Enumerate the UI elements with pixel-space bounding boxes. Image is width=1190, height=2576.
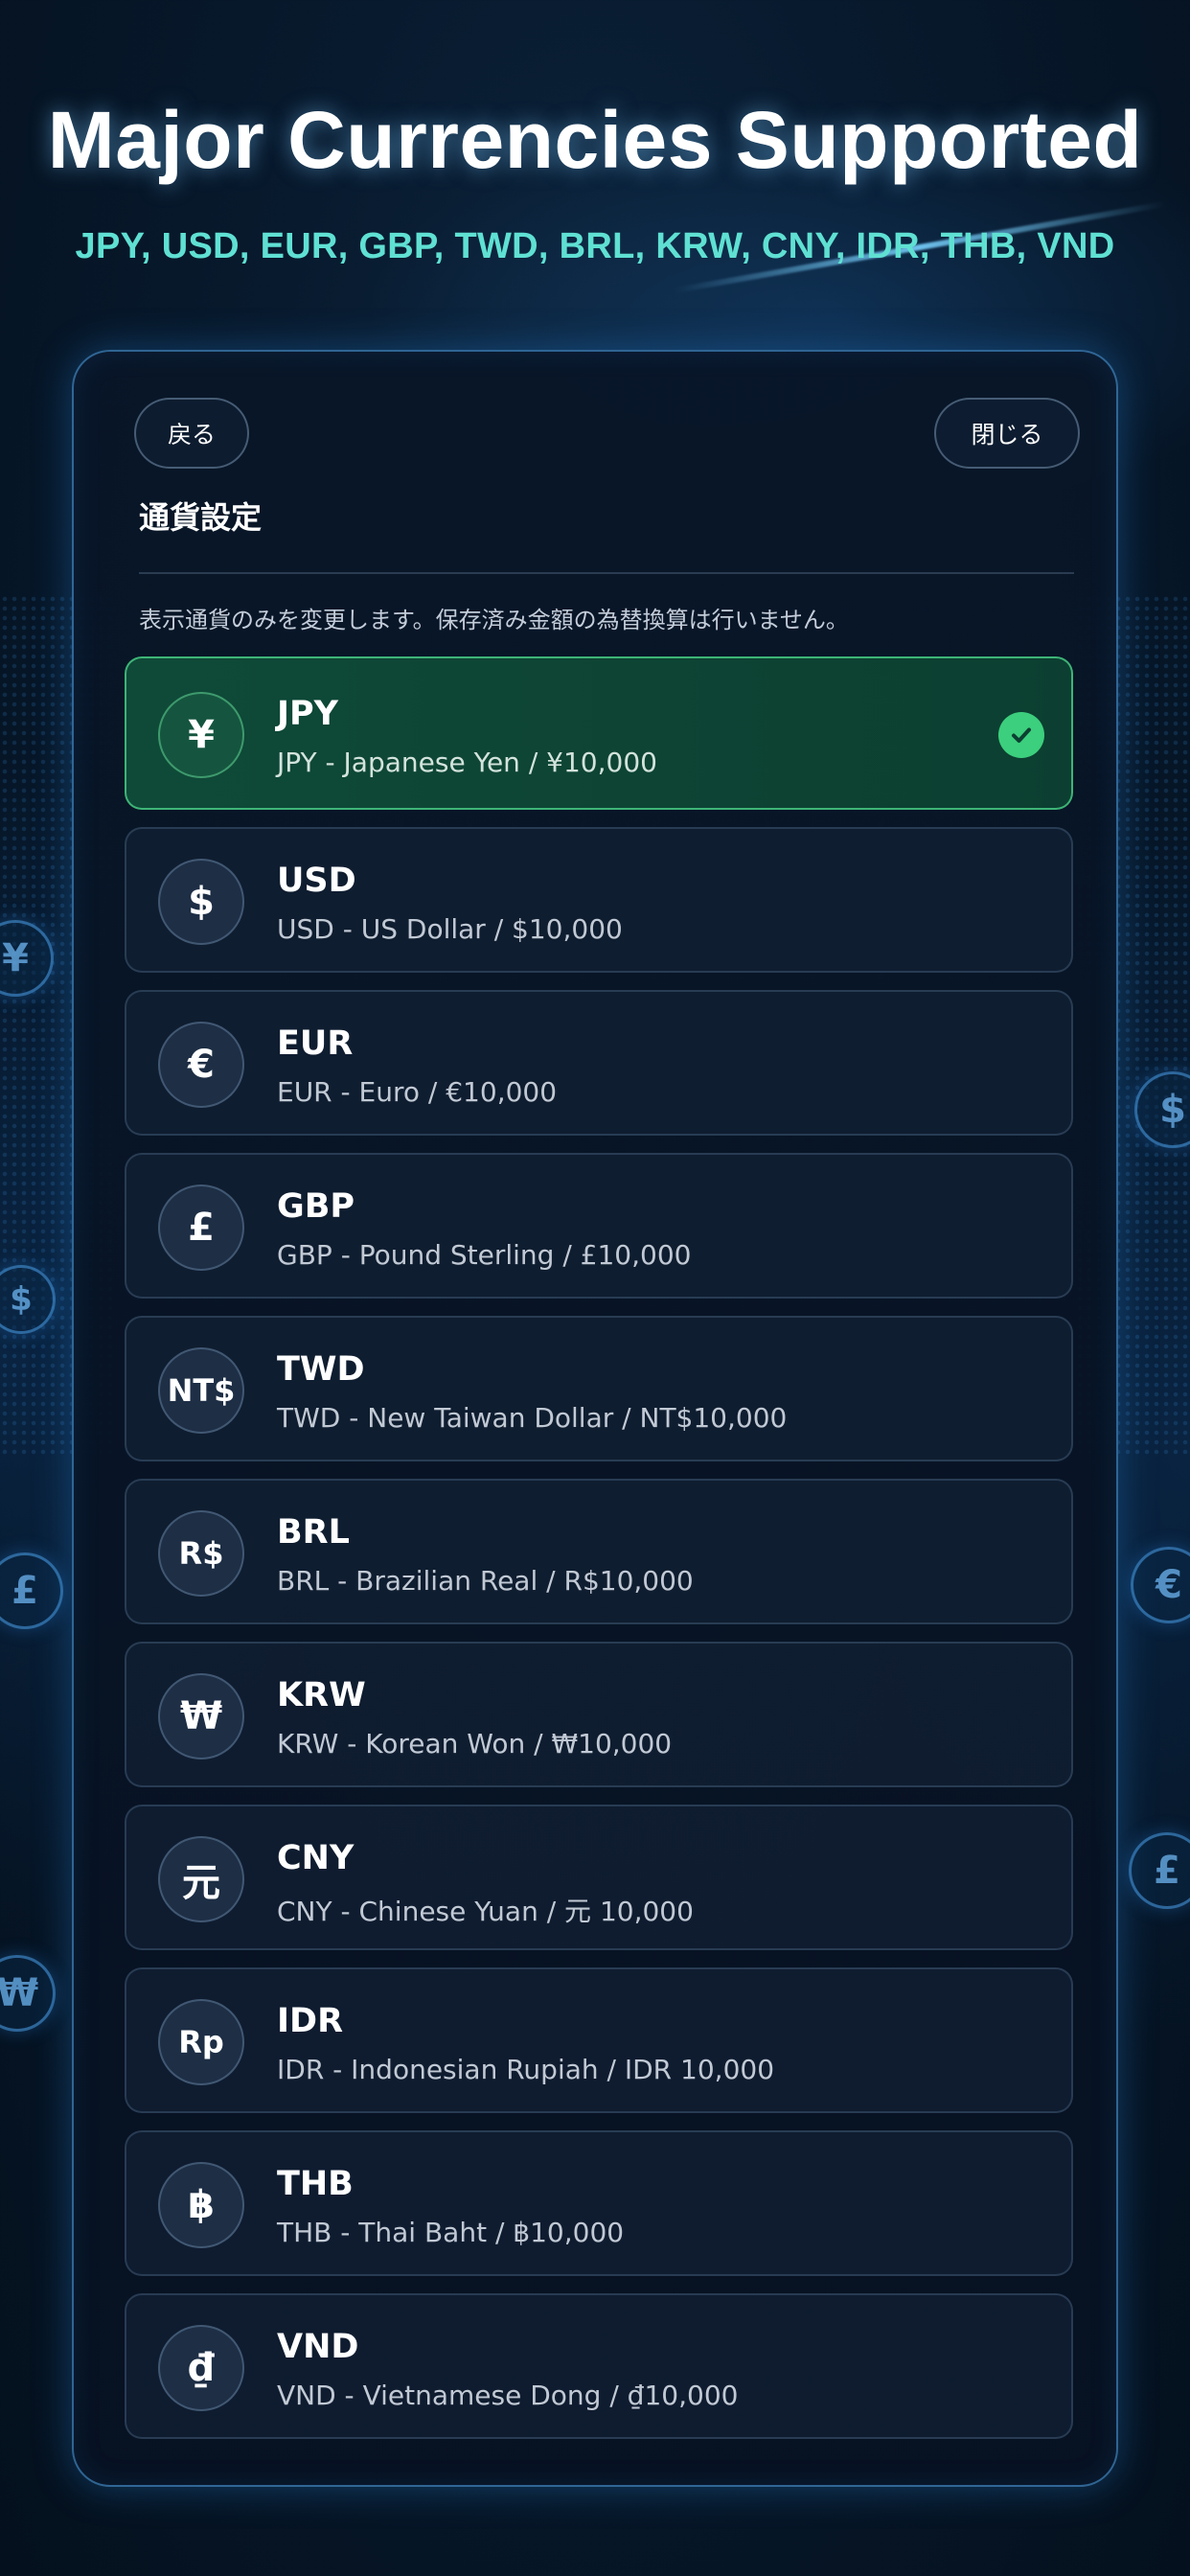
currency-code: USD	[277, 862, 356, 900]
currency-description: JPY - Japanese Yen / ¥10,000	[277, 747, 657, 778]
currency-description: IDR - Indonesian Rupiah / IDR 10,000	[277, 2054, 775, 2085]
currency-option-usd[interactable]: $ USD USD - US Dollar / $10,000	[125, 827, 1073, 973]
currency-code: VND	[277, 2328, 359, 2366]
currency-option-brl[interactable]: R$ BRL BRL - Brazilian Real / R$10,000	[125, 1479, 1073, 1624]
currency-code: JPY	[277, 695, 339, 733]
currency-description: TWD - New Taiwan Dollar / NT$10,000	[277, 1402, 788, 1434]
headline: Major Currencies Supported	[47, 95, 1143, 185]
nt-dollar-icon: NT$	[158, 1347, 244, 1434]
euro-icon: €	[158, 1022, 244, 1108]
currency-description: EUR - Euro / €10,000	[277, 1076, 558, 1108]
currency-code: CNY	[277, 1839, 355, 1877]
euro-coin-icon: €	[1131, 1547, 1190, 1623]
currency-code: EUR	[277, 1024, 354, 1063]
currency-code: BRL	[277, 1513, 350, 1552]
page-title: 通貨設定	[139, 499, 263, 536]
rupiah-icon: Rp	[158, 1999, 244, 2085]
won-icon: ₩	[158, 1673, 244, 1760]
currency-code: KRW	[277, 1676, 366, 1714]
close-button[interactable]: 閉じる	[934, 398, 1080, 469]
dong-icon: ₫	[158, 2325, 244, 2411]
currency-list: ¥ JPY JPY - Japanese Yen / ¥10,000 $ USD…	[125, 656, 1073, 2456]
dollar-icon: $	[158, 859, 244, 945]
currency-option-jpy[interactable]: ¥ JPY JPY - Japanese Yen / ¥10,000	[125, 656, 1073, 810]
divider	[139, 572, 1074, 574]
check-icon	[998, 712, 1044, 758]
currency-option-cny[interactable]: 元 CNY CNY - Chinese Yuan / 元 10,000	[125, 1805, 1073, 1950]
currency-option-thb[interactable]: ฿ THB THB - Thai Baht / ฿10,000	[125, 2130, 1073, 2276]
back-button[interactable]: 戻る	[134, 398, 249, 469]
currency-option-krw[interactable]: ₩ KRW KRW - Korean Won / ₩10,000	[125, 1642, 1073, 1787]
currency-description: USD - US Dollar / $10,000	[277, 913, 623, 945]
currency-description: CNY - Chinese Yuan / 元 10,000	[277, 1896, 694, 1927]
yen-icon: ¥	[158, 692, 244, 778]
currency-option-gbp[interactable]: £ GBP GBP - Pound Sterling / £10,000	[125, 1153, 1073, 1299]
real-icon: R$	[158, 1510, 244, 1597]
won-coin-icon: ₩	[0, 1955, 56, 2032]
currency-code: GBP	[277, 1187, 355, 1226]
pound-coin-icon: £	[1129, 1832, 1190, 1909]
currency-option-eur[interactable]: € EUR EUR - Euro / €10,000	[125, 990, 1073, 1136]
baht-icon: ฿	[158, 2162, 244, 2248]
currency-option-twd[interactable]: NT$ TWD TWD - New Taiwan Dollar / NT$10,…	[125, 1316, 1073, 1461]
info-note: 表示通貨のみを変更します。保存済み金額の為替換算は行いません。	[139, 607, 849, 633]
yuan-icon: 元	[158, 1836, 244, 1922]
currency-description: KRW - Korean Won / ₩10,000	[277, 1728, 673, 1760]
supported-currency-codes: JPY, USD, EUR, GBP, TWD, BRL, KRW, CNY, …	[75, 226, 1115, 266]
pound-coin-icon: £	[0, 1552, 63, 1629]
currency-code: THB	[277, 2165, 354, 2203]
currency-description: VND - Vietnamese Dong / ₫10,000	[277, 2380, 739, 2411]
currency-description: GBP - Pound Sterling / £10,000	[277, 1239, 692, 1271]
currency-option-idr[interactable]: Rp IDR IDR - Indonesian Rupiah / IDR 10,…	[125, 1967, 1073, 2113]
currency-settings-panel: 戻る 閉じる 通貨設定 表示通貨のみを変更します。保存済み金額の為替換算は行いま…	[72, 350, 1118, 2487]
currency-description: THB - Thai Baht / ฿10,000	[277, 2217, 625, 2248]
currency-description: BRL - Brazilian Real / R$10,000	[277, 1565, 694, 1597]
currency-code: TWD	[277, 1350, 365, 1389]
currency-option-vnd[interactable]: ₫ VND VND - Vietnamese Dong / ₫10,000	[125, 2293, 1073, 2439]
currency-code: IDR	[277, 2002, 344, 2040]
pound-icon: £	[158, 1184, 244, 1271]
